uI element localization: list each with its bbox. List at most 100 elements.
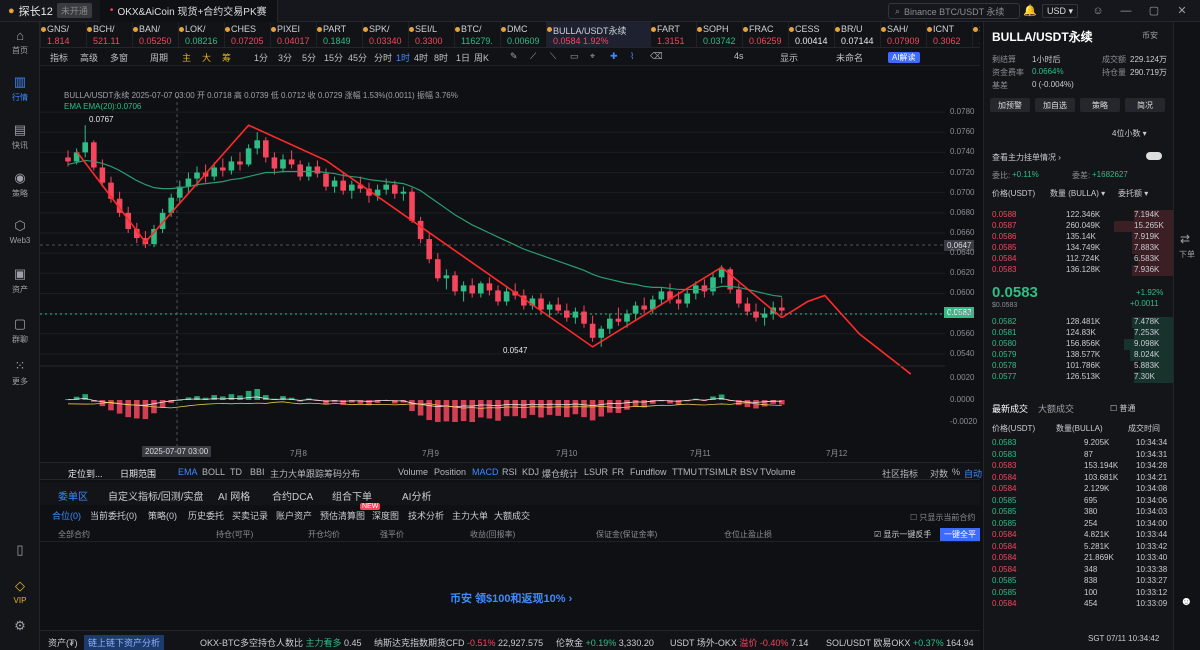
orderbook-row[interactable]: 0.0587 260.049K 15.265K: [984, 221, 1174, 232]
ticker-BR/U[interactable]: BR/U 0.07144: [834, 22, 880, 47]
position-col-0[interactable]: 全部合约: [58, 529, 90, 540]
toolbar-8时[interactable]: 8时: [434, 51, 448, 64]
ticker-FRAC[interactable]: FRAC 0.06259: [742, 22, 788, 47]
decimals-select[interactable]: 4位小数 ▾: [1112, 128, 1147, 139]
indicator-LSUR[interactable]: LSUR: [584, 467, 608, 477]
chart-canvas[interactable]: [40, 66, 980, 462]
toolbar-right-1[interactable]: 显示: [780, 51, 798, 64]
indicator-RSI[interactable]: RSI: [502, 467, 517, 477]
reverse-option[interactable]: ☑ 显示一键反手: [874, 529, 931, 540]
indicator-KDJ[interactable]: KDJ: [522, 467, 539, 477]
search-input[interactable]: ⌕ Binance BTC/USDT 永续: [888, 3, 1020, 19]
ticker-SEI/L[interactable]: SEI/L 0.3300: [408, 22, 454, 47]
indicator-TTMU[interactable]: TTMU: [672, 467, 697, 477]
toolbar-1日[interactable]: 1日: [456, 51, 470, 64]
active-tab[interactable]: • OKX&AiCoin 现货+合约交易PK赛: [99, 0, 278, 22]
ticker-BULLA/USDT永续[interactable]: BULLA/USDT永续 0.0584 1.92%: [546, 22, 650, 47]
indicator-TD[interactable]: TD: [230, 467, 242, 477]
toolbar-分时[interactable]: 分时: [374, 51, 392, 64]
trade-tab-latest[interactable]: 最新成交: [992, 402, 1028, 415]
draw-icon-7[interactable]: ⌫: [650, 51, 663, 62]
bell-icon[interactable]: 🔔: [1022, 3, 1038, 19]
sidebar-item-phone-icon[interactable]: ▯: [0, 542, 40, 560]
position-tab-6[interactable]: 预估清算图: [320, 509, 365, 522]
toolbar-4时[interactable]: 4时: [414, 51, 428, 64]
ticker-BAN/[interactable]: BAN/0.05250: [132, 22, 178, 47]
indicator-爆仓统计[interactable]: 爆仓统计: [542, 467, 578, 480]
position-tab-5[interactable]: 账户资产: [276, 509, 312, 522]
currency-select[interactable]: USD ▾: [1042, 4, 1078, 18]
toolbar-1时[interactable]: 1时: [396, 51, 410, 64]
bottom-tab-3[interactable]: 合约DCA: [272, 488, 313, 503]
only-current-option[interactable]: ☐ 只显示当前合约: [910, 512, 975, 523]
ticker-LOK/[interactable]: LOK/0.08216: [178, 22, 224, 47]
bottom-tab-0[interactable]: 委单区: [58, 488, 88, 503]
indicator-BBI[interactable]: BBI: [250, 467, 265, 477]
asset-analysis-tag[interactable]: 链上链下资产分析: [84, 635, 165, 650]
draw-tool-筹[interactable]: 筹: [222, 51, 231, 64]
indicator-right-0[interactable]: 社区指标: [882, 467, 918, 480]
position-tab-9[interactable]: 主力大单: [452, 509, 488, 522]
orderbook-row[interactable]: 0.0584 112.724K 6.583K: [984, 254, 1174, 265]
orderbook-row[interactable]: 0.0577 126.513K 7.30K: [984, 372, 1174, 383]
indicator-筹码分布[interactable]: 筹码分布: [324, 467, 360, 480]
ticker-BCH/[interactable]: BCH/521.11: [86, 22, 132, 47]
status-item-3[interactable]: USDT 场外-OKX 溢价 -0.40% 7.14: [670, 636, 808, 649]
sidebar-item-群聊[interactable]: ▢ 群聊: [0, 316, 40, 345]
draw-icon-5[interactable]: ✚: [610, 51, 618, 62]
ticker-SPK/[interactable]: SPK/0.03340: [362, 22, 408, 47]
draw-tool-主[interactable]: 主: [182, 51, 191, 64]
position-tab-10[interactable]: 大额成交: [494, 509, 530, 522]
status-item-1[interactable]: 纳斯达克指数期货CFD -0.51% 22,927.575: [374, 636, 543, 649]
toolbar-right-2[interactable]: 未命名: [836, 51, 863, 64]
sidebar-item-行情[interactable]: ▥ 行情: [0, 74, 40, 103]
toolbar-周期[interactable]: 周期: [150, 51, 168, 64]
ticker-SAH/[interactable]: SAH/0.07909: [880, 22, 926, 47]
ticker-SOPH[interactable]: SOPH 0.03742: [696, 22, 742, 47]
exchange-select[interactable]: 币安: [1142, 30, 1158, 41]
orderbook-row[interactable]: 0.0586 135.14K 7.919K: [984, 232, 1174, 243]
promo-banner[interactable]: 币安 领$100和返现10% ›: [450, 590, 572, 606]
position-tab-3[interactable]: 历史委托: [188, 509, 224, 522]
minimize-icon[interactable]: —: [1118, 3, 1134, 19]
indicator-Volume[interactable]: Volume: [398, 467, 428, 477]
position-tab-8[interactable]: 技术分析: [408, 509, 444, 522]
brand[interactable]: ● 探长12 未开通: [0, 3, 100, 19]
position-tab-2[interactable]: 策略(0): [148, 509, 177, 522]
toolbar-15分[interactable]: 15分: [324, 51, 343, 64]
position-tab-4[interactable]: 买卖记录: [232, 509, 268, 522]
ticker-BTC/[interactable]: BTC/116279.: [454, 22, 500, 47]
ticker-DMC[interactable]: DMC 0.00609: [500, 22, 546, 47]
bottom-tab-1[interactable]: 自定义指标/回测/实盘: [108, 488, 204, 503]
orderbook-row[interactable]: 0.0583 136.128K 7.936K: [984, 265, 1174, 276]
status-item-0[interactable]: OKX-BTC多空持仓人数比 主力看多 0.45: [200, 636, 362, 649]
ticker-PIXEI[interactable]: PIXEI 0.04017: [270, 22, 316, 47]
trade-tab-large[interactable]: 大额成交: [1038, 402, 1074, 415]
toolbar-指标[interactable]: 指标: [50, 51, 68, 64]
sidebar-item-策略[interactable]: ◉ 策略: [0, 170, 40, 199]
indicator-TVolume[interactable]: TVolume: [760, 467, 796, 477]
close-all-button[interactable]: 一键全平: [940, 528, 980, 541]
toolbar-right-3[interactable]: AI解读: [888, 52, 920, 63]
orderbook-row[interactable]: 0.0582 128.481K 7.478K: [984, 317, 1174, 328]
toolbar-1分[interactable]: 1分: [254, 51, 268, 64]
indicator-right-2[interactable]: %: [952, 467, 960, 477]
position-tab-7[interactable]: 深度图: [372, 509, 399, 522]
locate-button[interactable]: 定位到...: [68, 467, 103, 480]
ob-header-1[interactable]: 数量 (BULLA) ▾: [1050, 188, 1105, 199]
sidebar-item-Web3[interactable]: ⬡ Web3: [0, 218, 40, 245]
user-icon[interactable]: ☺: [1090, 3, 1106, 19]
date-range-button[interactable]: 日期范围: [120, 467, 156, 480]
whale-link[interactable]: 查看主力挂单情况 ›: [992, 152, 1061, 163]
sidebar-item-资产[interactable]: ▣ 资产: [0, 266, 40, 295]
toolbar-right-0[interactable]: 4s: [734, 51, 744, 61]
draw-tool-大[interactable]: 大: [202, 51, 211, 64]
toolbar-5分[interactable]: 5分: [302, 51, 316, 64]
indicator-BSV[interactable]: BSV: [740, 467, 758, 477]
trade-option[interactable]: ☐ 普通: [1110, 403, 1135, 414]
action-button-1[interactable]: 加自选: [1035, 98, 1075, 112]
sidebar-item-首页[interactable]: ⌂ 首页: [0, 28, 40, 56]
indicator-BOLL[interactable]: BOLL: [202, 467, 225, 477]
action-button-2[interactable]: 策略: [1080, 98, 1120, 112]
orderbook-row[interactable]: 0.0580 156.856K 9.098K: [984, 339, 1174, 350]
